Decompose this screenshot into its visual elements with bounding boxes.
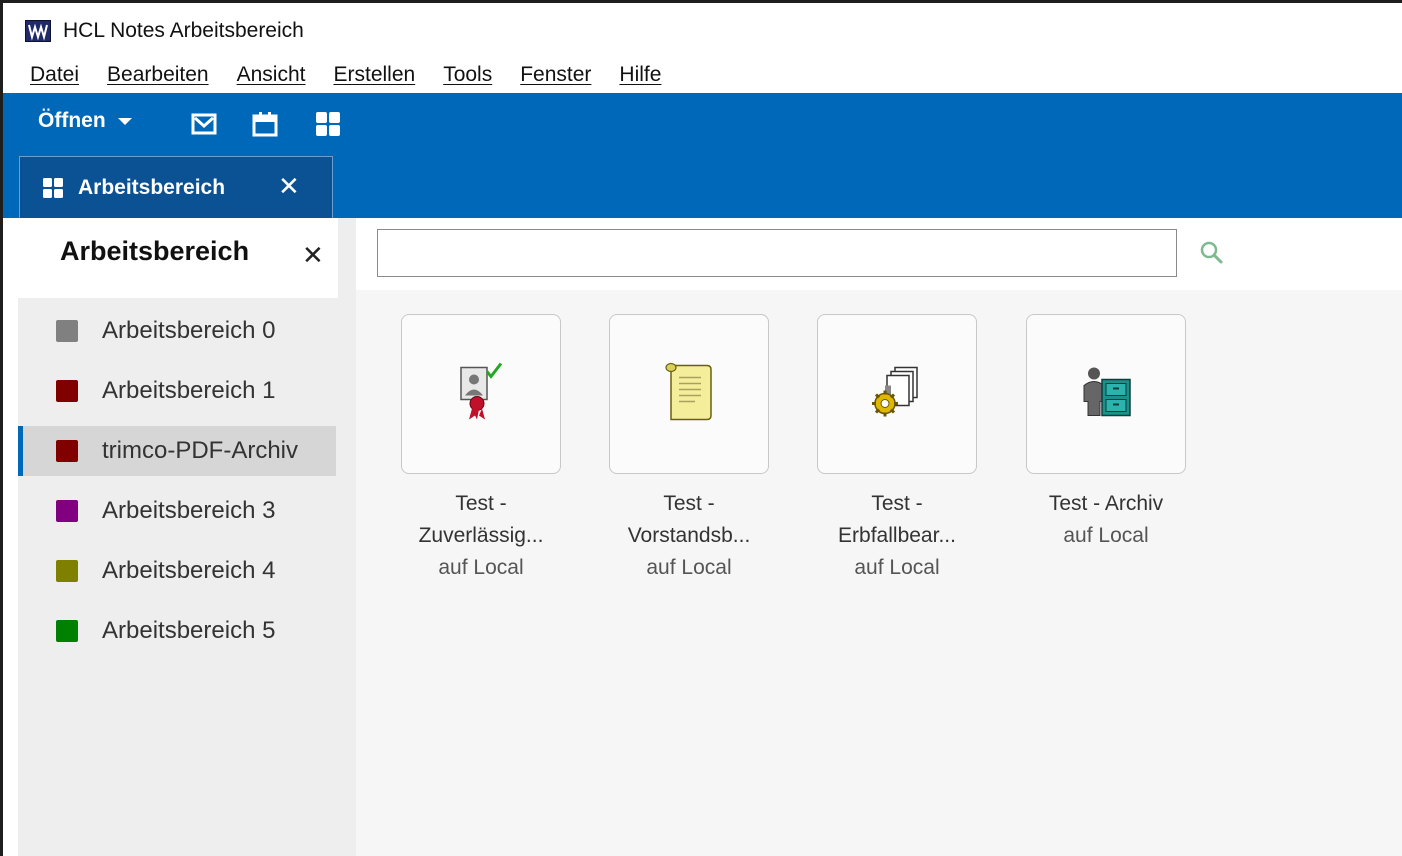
sidebar-item-arbeitsbereich-0[interactable]: Arbeitsbereich 0 bbox=[18, 306, 336, 356]
tile-location: auf Local bbox=[438, 556, 524, 579]
calendar-icon[interactable] bbox=[250, 109, 280, 139]
open-button-label: Öffnen bbox=[38, 109, 106, 132]
menu-bar: Datei Bearbeiten Ansicht Erstellen Tools… bbox=[3, 57, 1402, 93]
person-filing-cabinet-icon bbox=[1080, 366, 1132, 423]
database-tile-zuverlaessigkeit[interactable] bbox=[401, 314, 561, 474]
tile-title-line1: Test - Archiv bbox=[1048, 492, 1164, 515]
hcl-notes-icon bbox=[25, 20, 51, 42]
menu-ansicht[interactable]: Ansicht bbox=[237, 63, 306, 87]
tab-arbeitsbereich[interactable]: Arbeitsbereich ✕ bbox=[19, 156, 333, 218]
tile-caption: Test - Erbfallbear... auf Local bbox=[797, 488, 997, 584]
menu-bearbeiten[interactable]: Bearbeiten bbox=[107, 63, 209, 87]
sidebar-header: Arbeitsbereich ✕ bbox=[18, 218, 338, 298]
menu-fenster[interactable]: Fenster bbox=[520, 63, 591, 87]
color-swatch bbox=[56, 620, 78, 642]
workspace-sidebar: Arbeitsbereich ✕ Arbeitsbereich 0 Arbeit… bbox=[18, 218, 356, 856]
menu-tools[interactable]: Tools bbox=[443, 63, 492, 87]
sidebar-item-label: Arbeitsbereich 1 bbox=[102, 377, 276, 404]
menu-datei[interactable]: Datei bbox=[30, 63, 79, 87]
sidebar-item-arbeitsbereich-3[interactable]: Arbeitsbereich 3 bbox=[18, 486, 336, 536]
tile-title-line1: Test - bbox=[871, 492, 923, 515]
search-icon[interactable] bbox=[1199, 240, 1225, 266]
color-swatch bbox=[56, 500, 78, 522]
database-tile-archiv[interactable] bbox=[1026, 314, 1186, 474]
database-tile-erbfallbear[interactable] bbox=[817, 314, 977, 474]
color-swatch bbox=[56, 320, 78, 342]
close-icon[interactable]: ✕ bbox=[278, 173, 300, 199]
tile-title-line1: Test - bbox=[455, 492, 507, 515]
sidebar-item-arbeitsbereich-5[interactable]: Arbeitsbereich 5 bbox=[18, 606, 336, 656]
sidebar-item-label: Arbeitsbereich 0 bbox=[102, 317, 276, 344]
document-scroll-icon bbox=[661, 360, 717, 429]
workspace-main: Test - Zuverlässig... auf Local Test - V… bbox=[356, 218, 1402, 856]
tile-title-line2: Vorstandsb... bbox=[627, 524, 751, 547]
tile-caption: Test - Archiv auf Local bbox=[1006, 488, 1206, 552]
sidebar-item-arbeitsbereich-4[interactable]: Arbeitsbereich 4 bbox=[18, 546, 336, 596]
toolbar: Öffnen Arbeitsbereich ✕ bbox=[3, 93, 1402, 218]
sidebar-item-arbeitsbereich-1[interactable]: Arbeitsbereich 1 bbox=[18, 366, 336, 416]
color-swatch bbox=[56, 440, 78, 462]
tile-caption: Test - Vorstandsb... auf Local bbox=[589, 488, 789, 584]
tile-location: auf Local bbox=[1063, 524, 1149, 547]
sidebar-item-label: Arbeitsbereich 3 bbox=[102, 497, 276, 524]
sidebar-item-label: Arbeitsbereich 4 bbox=[102, 557, 276, 584]
tab-label: Arbeitsbereich bbox=[78, 175, 226, 199]
search-input[interactable] bbox=[377, 229, 1177, 277]
tile-location: auf Local bbox=[854, 556, 940, 579]
sidebar-title: Arbeitsbereich bbox=[60, 236, 250, 266]
sidebar-item-trimco-pdf-archiv[interactable]: trimco-PDF-Archiv bbox=[18, 426, 336, 476]
color-swatch bbox=[56, 380, 78, 402]
documents-gear-icon bbox=[865, 364, 929, 425]
tile-title-line2: Erbfallbear... bbox=[838, 524, 956, 547]
tile-location: auf Local bbox=[646, 556, 732, 579]
close-icon[interactable]: ✕ bbox=[302, 240, 324, 271]
tile-title-line2: Zuverlässig... bbox=[418, 524, 544, 547]
color-swatch bbox=[56, 560, 78, 582]
chevron-down-icon bbox=[117, 117, 132, 125]
tile-caption: Test - Zuverlässig... auf Local bbox=[381, 488, 581, 584]
open-button[interactable]: Öffnen bbox=[38, 109, 132, 133]
window-title: HCL Notes Arbeitsbereich bbox=[63, 19, 304, 42]
workspace-grid-icon bbox=[43, 177, 63, 198]
sidebar-item-label: Arbeitsbereich 5 bbox=[102, 617, 276, 644]
menu-hilfe[interactable]: Hilfe bbox=[619, 63, 661, 87]
sidebar-item-label: trimco-PDF-Archiv bbox=[102, 437, 298, 464]
workspace-grid-icon[interactable] bbox=[313, 109, 343, 139]
tile-title-line1: Test - bbox=[663, 492, 715, 515]
database-tile-vorstandsb[interactable] bbox=[609, 314, 769, 474]
search-bar bbox=[356, 218, 1402, 290]
mail-icon[interactable] bbox=[189, 109, 219, 139]
certificate-user-icon bbox=[457, 360, 505, 429]
menu-erstellen[interactable]: Erstellen bbox=[333, 63, 415, 87]
title-bar: HCL Notes Arbeitsbereich bbox=[3, 3, 1402, 57]
